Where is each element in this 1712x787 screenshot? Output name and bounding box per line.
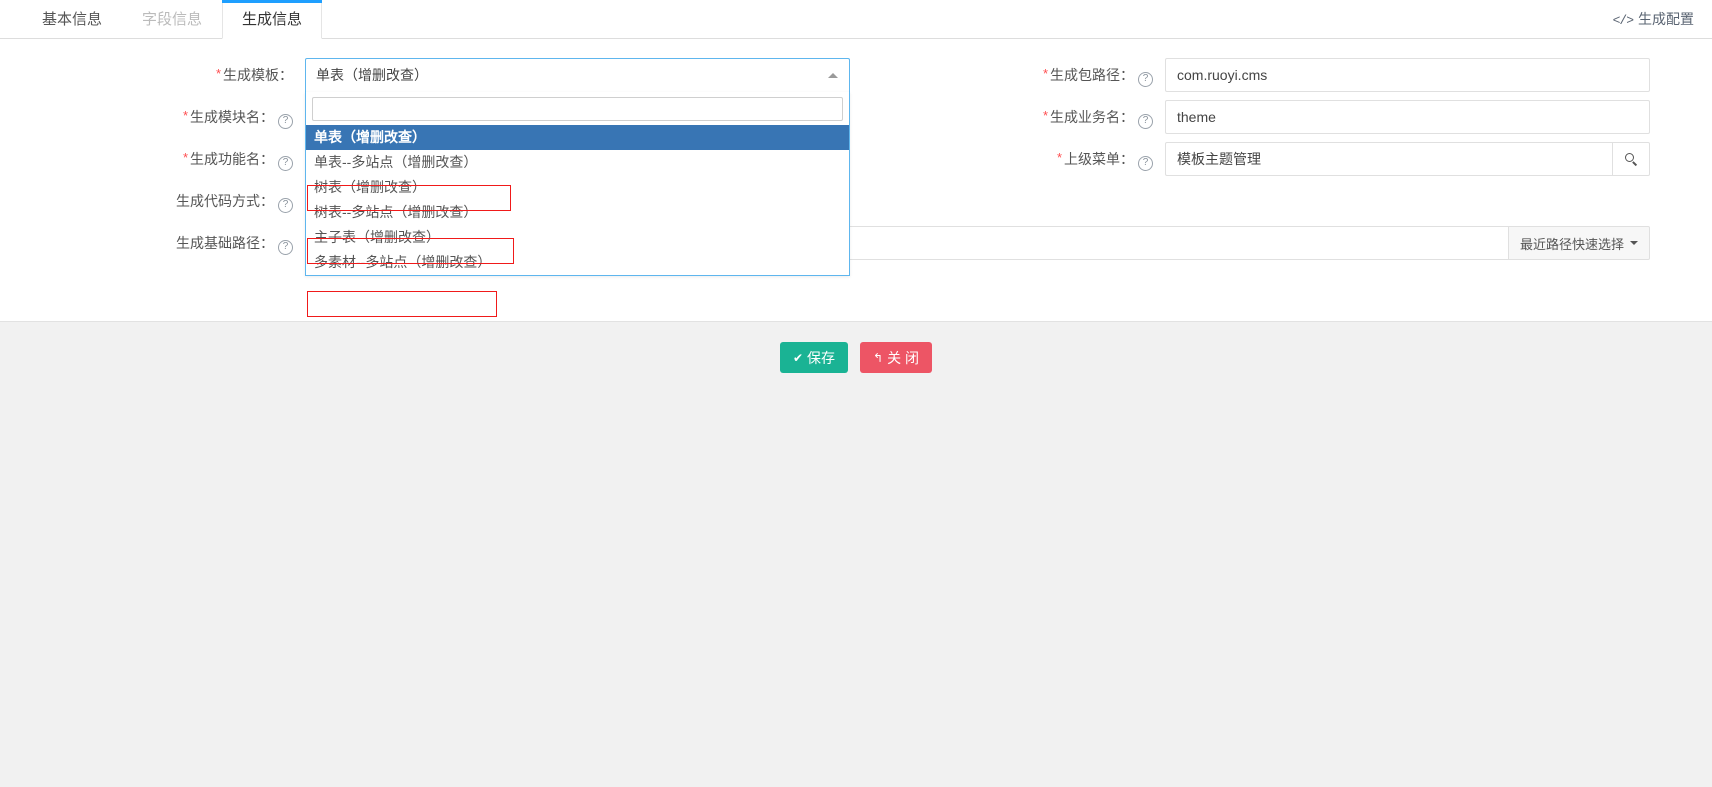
template-select-options: 单表（增删改查） 单表--多站点（增删改查） 树表（增删改查） 树表--多站点（… [306,125,849,275]
label-function-name-text: 生成功能名： [190,150,274,167]
recent-path-quick-select-label: 最近路径快速选择 [1519,236,1624,252]
label-function-name: * 生成功能名：? [60,149,305,171]
template-option-label: 多素材--多站点（增删改查） [314,254,492,270]
close-button-label: 关 闭 [887,349,919,366]
input-wrap-parent-menu [1165,142,1650,176]
template-option-label: 主子表（增删改查） [314,229,440,245]
template-select-dropdown: 单表（增删改查） 单表--多站点（增删改查） 树表（增删改查） 树表--多站点（… [305,92,850,276]
back-arrow-icon: ↰ [873,350,884,365]
help-icon[interactable]: ? [278,197,293,213]
generate-config-link[interactable]: </> 生成配置 [1613,0,1694,39]
tab-bar: 基本信息 字段信息 生成信息 </> 生成配置 [0,0,1712,39]
help-icon[interactable]: ? [1138,155,1153,171]
template-select-control[interactable]: 单表（增删改查） [305,58,850,92]
template-option-label: 单表--多站点（增删改查） [314,154,478,170]
label-business-name-text: 生成业务名： [1050,108,1134,125]
help-icon[interactable]: ? [278,113,293,129]
save-button[interactable]: ✔ 保存 [779,342,849,373]
help-icon[interactable]: ? [1138,113,1153,129]
parent-menu-input[interactable] [1165,142,1614,176]
label-code-mode-text: 生成代码方式： [176,192,274,209]
template-option-label: 单表（增删改查） [314,129,426,145]
help-icon[interactable]: ? [1138,71,1153,87]
field-row-business-name: * 生成业务名：? [1010,100,1165,134]
field-row-template: * 生成模板： [60,58,305,92]
label-template-text: 生成模板： [223,67,293,83]
label-package-path: * 生成包路径：? [1010,65,1165,87]
close-button[interactable]: ↰ 关 闭 [860,342,932,373]
recent-path-quick-select-button[interactable]: 最近路径快速选择 [1508,226,1650,260]
template-select-search-wrap [306,92,849,125]
tab-field-info-label: 字段信息 [141,11,202,28]
chevron-down-icon [1630,241,1638,245]
required-mark: * [1042,107,1048,123]
label-parent-menu: * 上级菜单：? [1010,149,1165,171]
input-wrap-package-path [1165,58,1650,92]
template-option[interactable]: 单表（增删改查） [306,125,849,150]
label-business-name: * 生成业务名：? [1010,107,1165,129]
template-select-selected-value: 单表（增删改查） [316,67,428,83]
template-option[interactable]: 多素材--多站点（增删改查） [306,250,849,275]
template-option-label: 树表--多站点（增删改查） [314,204,478,220]
field-row-code-mode: 生成代码方式：? [60,184,305,218]
template-option[interactable]: 树表（增删改查） [306,175,849,200]
label-base-path-text: 生成基础路径： [176,234,274,251]
label-parent-menu-text: 上级菜单： [1064,150,1134,167]
required-mark: * [182,107,188,123]
search-icon [1625,153,1637,165]
generate-info-panel: * 生成模板： * 生成模块名：? * 生成功能名：? 生成代码方式：? 生成基础路径… [0,39,1712,373]
field-row-parent-menu: * 上级菜单：? [1010,142,1165,176]
input-wrap-business-name [1165,100,1650,134]
parent-menu-input-group [1165,142,1650,176]
tab-generate-info[interactable]: 生成信息 [222,0,322,39]
tab-list: 基本信息 字段信息 生成信息 [22,0,322,39]
tab-generate-info-label: 生成信息 [241,11,302,28]
template-option[interactable]: 主子表（增删改查） [306,225,849,250]
field-row-module-name: * 生成模块名：? [60,100,305,134]
field-row-function-name: * 生成功能名：? [60,142,305,176]
package-path-input[interactable] [1165,58,1650,92]
required-mark: * [182,149,188,165]
template-select-search-input[interactable] [312,97,843,121]
template-option-label: 树表（增删改查） [314,179,426,195]
form-action-bar: ✔ 保存 ↰ 关 闭 [0,342,1712,373]
save-button-label: 保存 [807,349,836,366]
label-package-path-text: 生成包路径： [1050,66,1134,83]
business-name-input[interactable] [1165,100,1650,134]
tab-field-info[interactable]: 字段信息 [122,0,222,39]
generate-config-label: 生成配置 [1638,11,1694,27]
code-icon: </> [1612,13,1634,28]
annotation-box-multi-material-multisite [307,291,497,317]
app-root: 基本信息 字段信息 生成信息 </> 生成配置 * 生成模板： * 生成模块名：? [0,0,1712,787]
help-icon[interactable]: ? [278,155,293,171]
tab-basic-info[interactable]: 基本信息 [22,0,122,39]
required-mark: * [1042,65,1048,81]
required-mark: * [215,66,221,81]
tab-basic-info-label: 基本信息 [41,11,102,28]
chevron-up-icon [825,59,841,91]
help-icon[interactable]: ? [278,239,293,255]
field-row-base-path: 生成基础路径：? [60,226,305,260]
template-option[interactable]: 单表--多站点（增删改查） [306,150,849,175]
check-icon: ✔ [792,350,804,365]
label-code-mode: 生成代码方式：? [60,191,305,213]
required-mark: * [1056,149,1062,165]
label-module-name: * 生成模块名：? [60,107,305,129]
label-base-path: 生成基础路径：? [60,233,305,255]
field-row-package-path: * 生成包路径：? [1010,58,1165,92]
label-template: * 生成模板： [60,65,305,85]
template-option[interactable]: 树表--多站点（增删改查） [306,200,849,225]
label-module-name-text: 生成模块名： [190,108,274,125]
parent-menu-search-button[interactable] [1613,142,1650,176]
